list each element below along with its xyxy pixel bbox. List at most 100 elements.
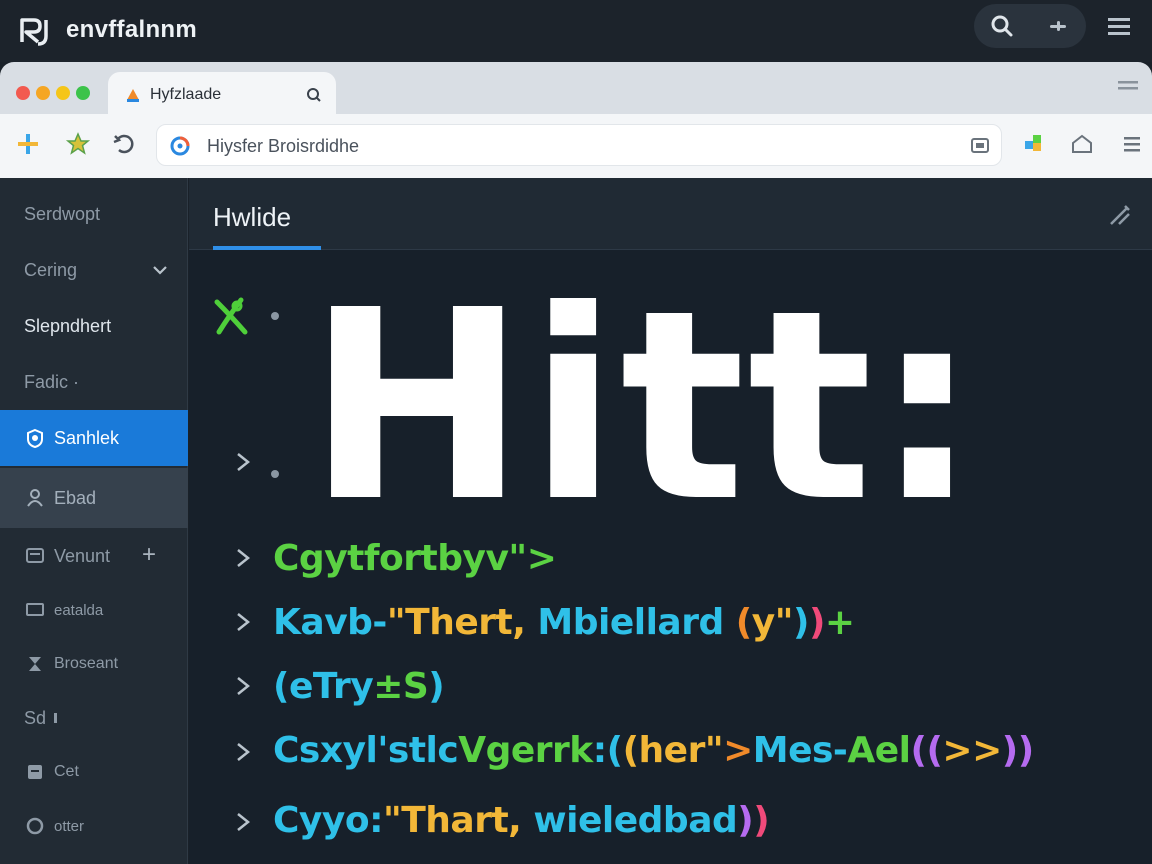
chevron-down-icon[interactable]	[150, 260, 170, 280]
code-token: Csxyl'stlc	[273, 730, 459, 771]
reload-icon	[113, 134, 134, 154]
sidebar-item-3[interactable]: Fadic ·	[0, 354, 188, 410]
sidebar-item-1[interactable]: Cering	[0, 242, 188, 298]
code-line-1: Kavb-"Thert, Mbiellard (y"))+	[273, 602, 855, 643]
code-line-0: Cgytfortbyv">	[273, 538, 557, 579]
zoom-window-button[interactable]	[56, 86, 70, 100]
code-token: :(	[592, 730, 623, 771]
green-symbol-icon	[214, 297, 248, 335]
sidebar-item-label: Cet	[54, 763, 79, 780]
extensions-button[interactable]	[14, 130, 42, 158]
code-line-2: (eTry±S)	[273, 666, 445, 707]
sidebar-item-label: Sd	[24, 707, 47, 728]
small-square-icon	[46, 707, 68, 729]
plus-color-icon	[18, 134, 38, 154]
user-icon	[24, 487, 46, 509]
sidebar: Serdwopt Cering Slepndhert Fadic · Sanhl…	[0, 178, 188, 864]
code-line-4: Cyyo:"Thart, wieledbad))	[273, 800, 770, 841]
add-icon[interactable]: +	[138, 543, 160, 567]
sidebar-item-11[interactable]: otter	[0, 798, 188, 854]
code-token: Vgerrk	[458, 730, 593, 771]
browser-menu-button[interactable]	[1118, 130, 1146, 158]
code-line-3: Csxyl'stlcVgerrk:((her">Mes-Ael((>>))	[273, 730, 1034, 771]
sidebar-item-label: Broseant	[54, 655, 119, 672]
sidebar-item-label: Sanhlek	[54, 427, 120, 448]
headline: Hitt:	[307, 254, 982, 559]
os-menu-button[interactable]	[1104, 12, 1134, 42]
sidebar-item-active[interactable]: Sanhlek	[0, 410, 188, 466]
tab-strip-menu-icon[interactable]	[1116, 78, 1140, 94]
address-bar[interactable]: Hiysfer Broisrdidhe	[156, 124, 1002, 166]
bookmark-button[interactable]	[64, 130, 92, 158]
extension-puzzle-button[interactable]	[1020, 130, 1048, 158]
address-bar-text[interactable]: Hiysfer Broisrdidhe	[207, 136, 359, 157]
browser-tab[interactable]: Hyfzlaade	[108, 72, 336, 118]
active-tab-indicator	[213, 246, 321, 250]
screen-share-icon[interactable]	[969, 135, 991, 157]
waveform-icon	[1050, 21, 1066, 31]
circle-icon	[24, 815, 46, 837]
code-token: )	[792, 602, 809, 643]
sidebar-item-8[interactable]: Broseant	[0, 636, 188, 692]
code-token: Kavb-	[273, 602, 387, 643]
tab-search-icon[interactable]	[304, 85, 324, 105]
code-token: Ael	[847, 730, 911, 771]
sidebar-item-9[interactable]: Sd	[0, 690, 188, 746]
code-token: ((	[910, 730, 943, 771]
prompt-chevron-icon	[231, 672, 255, 700]
tab-favicon-icon	[127, 89, 139, 102]
sidebar-item-10[interactable]: Cet	[0, 744, 188, 800]
code-token: Mes-	[752, 730, 848, 771]
sidebar-item-7[interactable]: eatalda	[0, 582, 188, 638]
browser-toolbar: Hiysfer Broisrdidhe	[0, 114, 1152, 178]
main-tab[interactable]: Hwlide	[213, 202, 291, 233]
code-token: +	[824, 602, 855, 643]
bullet-dot	[271, 312, 279, 320]
code-token: (eTry	[273, 666, 374, 707]
close-window-button[interactable]	[16, 86, 30, 100]
code-token: >	[526, 538, 557, 579]
app-logo-icon	[18, 14, 54, 48]
hourglass-icon	[24, 653, 46, 675]
tab-label: Hyfzlaade	[150, 86, 222, 103]
code-token: "Thert,	[386, 602, 538, 643]
monitor-icon	[24, 599, 46, 621]
prompt-chevron-icon	[231, 448, 255, 476]
home-button[interactable]	[1068, 130, 1096, 158]
code-token: Cyyo:	[273, 800, 383, 841]
sidebar-item-2[interactable]: Slepndhert	[0, 298, 188, 354]
search-button[interactable]	[974, 4, 1030, 48]
code-token: "Thart,	[382, 800, 534, 841]
sidebar-item-label: eatalda	[54, 601, 104, 619]
prompt-chevron-icon	[231, 608, 255, 636]
code-token: )	[808, 602, 825, 643]
collapse-icon[interactable]	[1105, 200, 1135, 230]
window-controls	[16, 86, 90, 100]
fullscreen-window-button[interactable]	[76, 86, 90, 100]
code-token: )	[428, 666, 445, 707]
code-token: Cgytfortbyv"	[273, 538, 527, 579]
puzzle-color-icon	[1025, 135, 1041, 151]
home-icon	[1072, 134, 1092, 153]
code-token: )	[753, 800, 770, 841]
app-title: envffalnnm	[66, 16, 198, 43]
dictation-button[interactable]	[1030, 4, 1086, 48]
sidebar-item-6[interactable]: Venunt +	[0, 528, 188, 584]
sidebar-item-label: Fadic ·	[24, 371, 80, 392]
prompt-chevron-icon	[231, 738, 255, 766]
code-token: ))	[1001, 730, 1034, 771]
sidebar-item-0[interactable]: Serdwopt	[0, 186, 188, 242]
search-icon	[991, 15, 1013, 37]
site-info-icon[interactable]	[169, 135, 191, 157]
menu-icon	[1108, 18, 1130, 35]
sidebar-item-label: Slepndhert	[24, 315, 112, 336]
sidebar-item-5[interactable]: Ebad	[0, 468, 188, 528]
sidebar-item-label: otter	[54, 817, 85, 835]
shield-icon	[24, 427, 46, 449]
code-token: >>	[942, 730, 1002, 771]
sidebar-item-label: Ebad	[54, 487, 97, 508]
code-token: y"	[751, 602, 794, 643]
sidebar-item-label: Serdwopt	[24, 203, 101, 224]
reload-button[interactable]	[110, 130, 138, 158]
minimize-window-button[interactable]	[36, 86, 50, 100]
